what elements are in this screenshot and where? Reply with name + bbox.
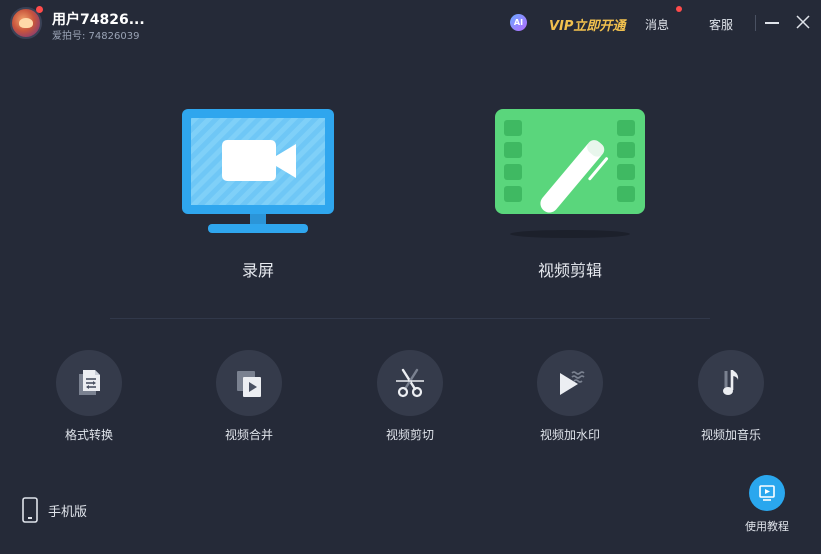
ai-icon[interactable]: AI	[510, 14, 527, 31]
tool-circle	[216, 350, 282, 416]
phone-icon	[22, 497, 38, 523]
record-screen-label: 录屏	[241, 261, 274, 280]
scissors-icon	[396, 368, 424, 398]
messages-button[interactable]: 消息	[645, 16, 669, 33]
section-divider	[110, 318, 710, 319]
music-note-icon	[723, 370, 739, 395]
video-edit-label: 视频剪辑	[537, 261, 602, 280]
video-edit-card[interactable]: 视频剪辑	[490, 104, 650, 281]
film-pen-icon	[495, 109, 645, 238]
video-merge-icon	[237, 371, 261, 397]
tool-circle	[537, 350, 603, 416]
close-icon[interactable]	[795, 14, 811, 30]
messages-notification-dot	[676, 6, 682, 12]
watermark-icon	[560, 371, 585, 395]
tool-video-music-label: 视频加音乐	[700, 428, 761, 442]
tool-video-cut-label: 视频剪切	[385, 428, 434, 442]
tool-video-watermark-label: 视频加水印	[539, 428, 600, 442]
vip-open-link[interactable]: VIP立即开通	[549, 15, 625, 34]
tutorial-label: 使用教程	[745, 520, 789, 533]
monitor-camera-icon	[182, 109, 334, 233]
file-convert-icon	[79, 370, 100, 395]
tool-format-convert-label: 格式转换	[64, 428, 113, 442]
tutorial-circle	[749, 475, 785, 511]
record-screen-card[interactable]: 录屏	[178, 104, 338, 281]
tool-video-cut[interactable]: 视频剪切	[370, 350, 450, 443]
tool-circle	[698, 350, 764, 416]
avatar-notification-dot	[36, 6, 43, 13]
avatar-face	[19, 18, 33, 28]
mobile-version-button[interactable]: 手机版	[22, 497, 87, 523]
tool-video-merge[interactable]: 视频合并	[209, 350, 289, 443]
header-separator	[755, 15, 756, 31]
customer-service-button[interactable]: 客服	[709, 16, 733, 33]
mobile-version-label: 手机版	[48, 504, 88, 520]
tool-circle	[377, 350, 443, 416]
tutorial-button[interactable]: 使用教程	[738, 475, 796, 534]
tool-video-watermark[interactable]: 视频加水印	[530, 350, 610, 443]
user-id: 爱拍号: 74826039	[52, 31, 140, 42]
minimize-icon[interactable]	[765, 22, 779, 24]
username[interactable]: 用户74826...	[52, 9, 145, 29]
tutorial-play-icon	[759, 485, 775, 501]
tool-video-merge-label: 视频合并	[224, 428, 273, 442]
tool-video-music[interactable]: 视频加音乐	[691, 350, 771, 443]
tool-circle	[56, 350, 122, 416]
tool-format-convert[interactable]: 格式转换	[49, 350, 129, 443]
